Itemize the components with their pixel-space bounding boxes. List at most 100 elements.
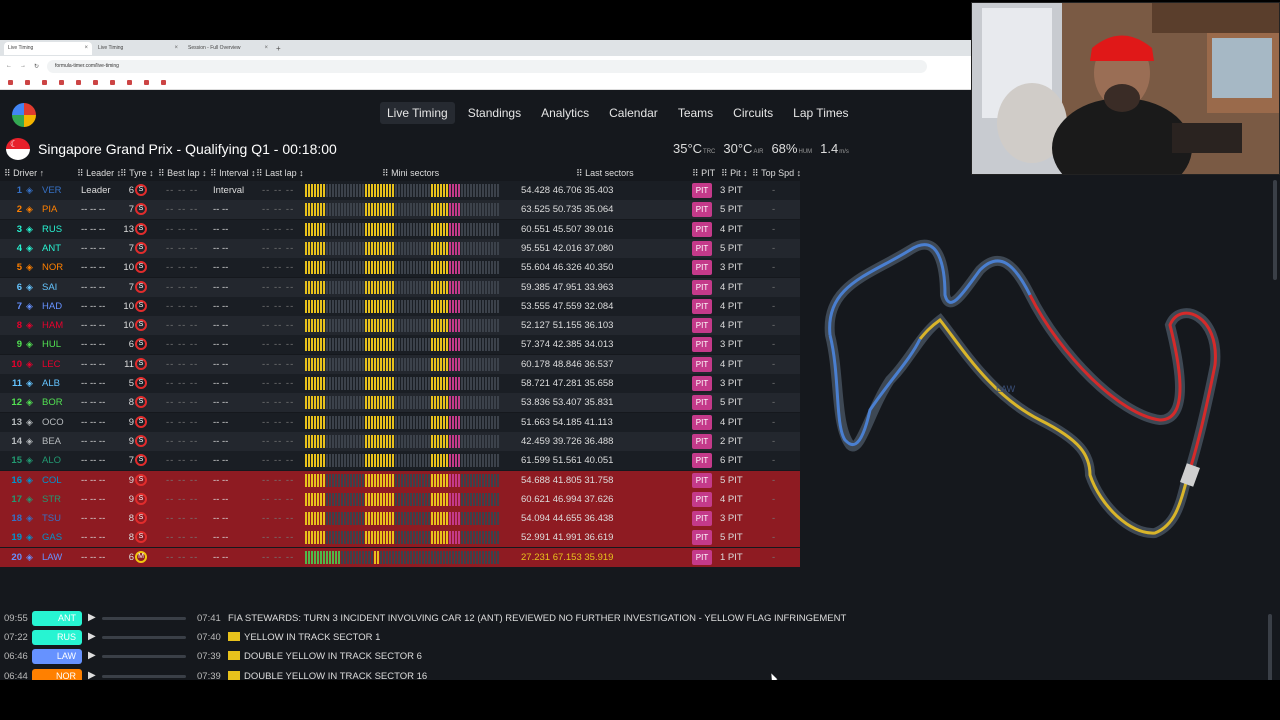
log-scrollbar[interactable]: [1268, 614, 1272, 680]
browser-tab[interactable]: Live Timing ×: [4, 41, 92, 55]
log-entry[interactable]: 06:46 LAW ▶ 07:39 DOUBLE YELLOW IN TRACK SEC…: [0, 647, 1270, 666]
col-last-sectors[interactable]: ⠿ Last sectors: [576, 168, 634, 179]
pit-badge[interactable]: PIT: [692, 511, 712, 527]
mini-sector-bar: [413, 357, 415, 371]
pit-badge[interactable]: PIT: [692, 530, 712, 546]
bookmark-item[interactable]: [59, 80, 66, 85]
table-row[interactable]: 15 ◈ ALO -- -- -- 7 S -- -- -- -- -- -- -- -- 61.…: [0, 451, 800, 471]
table-row[interactable]: 18 ◈ TSU -- -- -- 8 S -- -- -- -- -- -- -- -- 54.…: [0, 509, 800, 529]
bookmark-item[interactable]: [127, 80, 134, 85]
audio-progress-bar[interactable]: [102, 655, 186, 659]
col-top-speed[interactable]: ⠿ Top Spd ↕: [752, 168, 801, 179]
pit-badge[interactable]: PIT: [692, 202, 712, 218]
pit-badge[interactable]: PIT: [692, 414, 712, 430]
table-row[interactable]: 19 ◈ GAS -- -- -- 8 S -- -- -- -- -- -- -- -- 52.…: [0, 528, 800, 548]
table-row[interactable]: 8 ◈ HAM -- -- -- 10 S -- -- -- -- -- -- -- -- 52.…: [0, 316, 800, 336]
table-row[interactable]: 20 ◈ LAW -- -- -- 6 M -- -- -- -- -- -- -- -- 27.…: [0, 547, 800, 567]
bookmark-item[interactable]: [8, 80, 15, 85]
play-icon[interactable]: ▶: [88, 670, 96, 680]
nav-calendar[interactable]: Calendar: [602, 102, 665, 124]
browser-tab[interactable]: Live Timing ×: [94, 42, 182, 55]
bookmark-item[interactable]: [25, 80, 32, 85]
col-driver[interactable]: ⠿ Driver ↑: [4, 168, 44, 179]
col-tyre[interactable]: ⠿ Tyre ↕: [120, 168, 154, 179]
bookmark-item[interactable]: [161, 80, 168, 85]
pit-badge[interactable]: PIT: [692, 491, 712, 507]
table-row[interactable]: 5 ◈ NOR -- -- -- 10 S -- -- -- -- -- -- -- -- 55.…: [0, 258, 800, 278]
scrollbar[interactable]: [1273, 180, 1277, 280]
nav-standings[interactable]: Standings: [461, 102, 528, 124]
bookmark-item[interactable]: [76, 80, 83, 85]
table-row[interactable]: 14 ◈ BEA -- -- -- 9 S -- -- -- -- -- -- -- -- 42.…: [0, 431, 800, 451]
table-row[interactable]: 9 ◈ HUL -- -- -- 6 S -- -- -- -- -- -- -- -- 57.3…: [0, 335, 800, 355]
table-row[interactable]: 12 ◈ BOR -- -- -- 8 S -- -- -- -- -- -- -- -- 53.…: [0, 393, 800, 413]
pit-badge[interactable]: PIT: [692, 298, 712, 314]
log-entry[interactable]: 06:44 NOR ▶ 07:39 DOUBLE YELLOW IN TRACK SEC…: [0, 667, 1270, 680]
pit-badge[interactable]: PIT: [692, 337, 712, 353]
nav-lap-times[interactable]: Lap Times: [786, 102, 855, 124]
col-pit-count[interactable]: ⠿ Pit ↕: [721, 168, 748, 179]
close-icon[interactable]: ×: [84, 45, 88, 51]
nav-analytics[interactable]: Analytics: [534, 102, 596, 124]
bookmark-item[interactable]: [144, 80, 151, 85]
table-row[interactable]: 1 ◈ VER Leader 6 S -- -- -- Interval -- -- -- 54.…: [0, 181, 800, 200]
pit-badge[interactable]: PIT: [692, 183, 712, 198]
app-logo[interactable]: [12, 103, 36, 127]
table-row[interactable]: 16 ◈ COL -- -- -- 9 S -- -- -- -- -- -- -- -- 54.…: [0, 470, 800, 490]
audio-progress-bar[interactable]: [102, 617, 186, 620]
mini-sector-bar: [488, 222, 490, 236]
reload-icon[interactable]: ↻: [34, 63, 39, 70]
log-entry[interactable]: 07:22 RUS ▶ 07:40 YELLOW IN TRACK SECTOR 1: [0, 628, 1270, 647]
close-icon[interactable]: ×: [174, 45, 178, 51]
table-row[interactable]: 3 ◈ RUS -- -- -- 13 S -- -- -- -- -- -- -- -- 60.…: [0, 219, 800, 239]
table-row[interactable]: 2 ◈ PIA -- -- -- 7 S -- -- -- -- -- -- -- -- 63.5…: [0, 200, 800, 220]
bookmark-item[interactable]: [110, 80, 117, 85]
pit-badge[interactable]: PIT: [692, 221, 712, 237]
table-row[interactable]: 4 ◈ ANT -- -- -- 7 S -- -- -- -- -- -- -- -- 95.5…: [0, 238, 800, 258]
play-icon[interactable]: ▶: [88, 612, 96, 623]
pit-badge[interactable]: PIT: [692, 376, 712, 391]
pit-badge[interactable]: PIT: [692, 240, 712, 256]
audio-progress-bar[interactable]: [102, 674, 186, 678]
col-mini-sectors[interactable]: ⠿ Mini sectors: [382, 168, 439, 179]
pit-badge[interactable]: PIT: [692, 472, 712, 488]
table-row[interactable]: 11 ◈ ALB -- -- -- 5 S -- -- -- -- -- -- -- -- 58.…: [0, 374, 800, 393]
table-row[interactable]: 13 ◈ OCO -- -- -- 9 S -- -- -- -- -- -- -- -- 51.…: [0, 412, 800, 432]
col-interval[interactable]: ⠿ Interval ↕: [210, 168, 256, 179]
back-icon[interactable]: ←: [6, 63, 12, 69]
browser-tab[interactable]: Session - Full Overview ×: [184, 42, 272, 55]
table-row[interactable]: 10 ◈ LEC -- -- -- 11 S -- -- -- -- -- -- -- -- 60…: [0, 354, 800, 374]
pit-badge[interactable]: PIT: [692, 318, 712, 334]
nav-live-timing[interactable]: Live Timing: [380, 102, 455, 124]
col-best-lap[interactable]: ⠿ Best lap ↕: [158, 168, 207, 179]
pit-badge[interactable]: PIT: [692, 395, 712, 411]
new-tab-button[interactable]: +: [276, 44, 281, 53]
interval: -- --: [213, 262, 229, 274]
col-pit[interactable]: ⠿ PIT: [692, 168, 715, 179]
pit-badge[interactable]: PIT: [692, 279, 712, 295]
log-entry[interactable]: 09:55 ANT ▶ 07:41 FIA STEWARDS: TURN 3 INCID…: [0, 609, 1270, 628]
pit-badge[interactable]: PIT: [692, 453, 712, 469]
table-row[interactable]: 7 ◈ HAD -- -- -- 10 S -- -- -- -- -- -- -- -- 53.…: [0, 296, 800, 316]
mini-sector-bar: [488, 377, 490, 390]
audio-progress-bar[interactable]: [102, 636, 186, 640]
bookmark-item[interactable]: [93, 80, 100, 85]
col-last-lap[interactable]: ⠿ Last lap ↕: [256, 168, 304, 179]
forward-icon[interactable]: →: [20, 63, 26, 69]
play-icon[interactable]: ▶: [88, 650, 96, 661]
pit-badge[interactable]: PIT: [692, 433, 712, 449]
nav-teams[interactable]: Teams: [671, 102, 720, 124]
col-leader[interactable]: ⠿ Leader ↕: [77, 168, 121, 179]
nav-circuits[interactable]: Circuits: [726, 102, 780, 124]
bookmark-item[interactable]: [42, 80, 49, 85]
table-row[interactable]: 6 ◈ SAI -- -- -- 7 S -- -- -- -- -- -- -- -- 59.3…: [0, 277, 800, 297]
mini-sector-bar: [374, 434, 376, 448]
table-row[interactable]: 17 ◈ STR -- -- -- 9 S -- -- -- -- -- -- -- -- 60.…: [0, 489, 800, 509]
play-icon[interactable]: ▶: [88, 631, 96, 642]
url-input[interactable]: formula-timer.com/live-timing: [47, 59, 928, 73]
pit-badge[interactable]: PIT: [692, 356, 712, 372]
close-icon[interactable]: ×: [264, 45, 268, 51]
pit-badge[interactable]: PIT: [692, 549, 712, 565]
pit-badge[interactable]: PIT: [692, 260, 712, 276]
mini-sector-bar: [428, 396, 430, 410]
